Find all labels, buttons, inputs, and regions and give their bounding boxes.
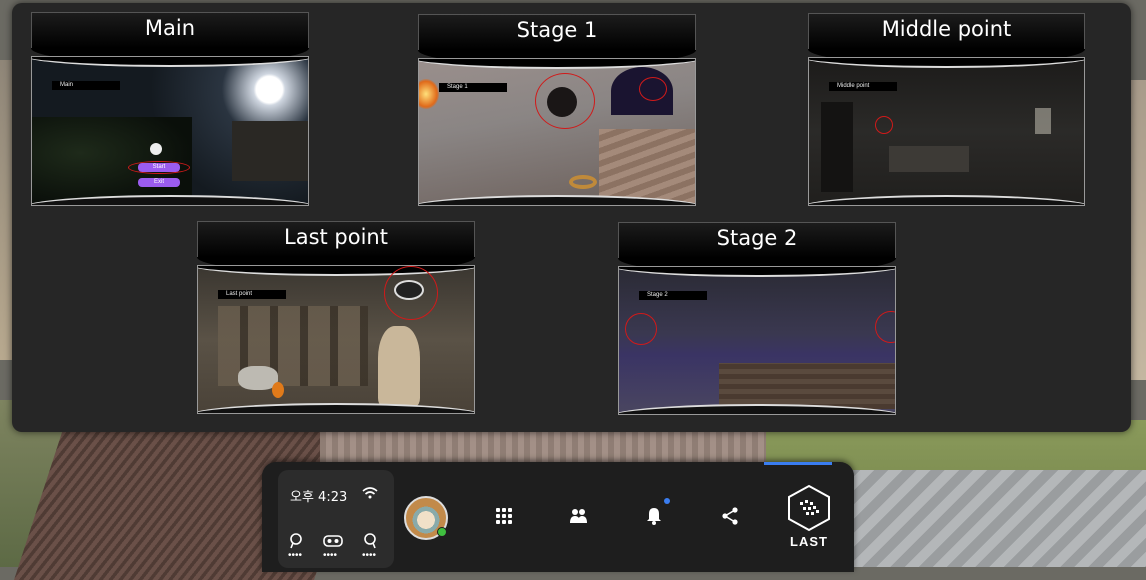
card-screenshot: Last point xyxy=(197,265,475,414)
battery-dots: •••• xyxy=(323,550,338,561)
ingame-label: Main xyxy=(52,81,120,90)
deer xyxy=(378,326,420,406)
card-title: Stage 1 xyxy=(516,18,598,42)
card-screenshot: Stage 1 xyxy=(418,58,696,206)
house-silhouette xyxy=(232,121,308,181)
last-logo-icon xyxy=(788,484,830,532)
fire xyxy=(272,382,284,398)
card-title: Main xyxy=(144,16,196,40)
last-app-button[interactable]: LAST xyxy=(778,484,840,554)
system-menu-bar: 오후 4:23 •••• •••• •••• LAST xyxy=(262,462,854,572)
card-screenshot: Middle point xyxy=(808,57,1085,206)
online-status-dot xyxy=(437,527,447,537)
ingame-label: Last point xyxy=(218,290,286,299)
clock: 오후 4:23 xyxy=(290,490,348,505)
apps-grid-icon[interactable] xyxy=(494,506,514,526)
pavement xyxy=(846,470,1146,567)
avatar[interactable] xyxy=(404,496,448,540)
battery-dots: •••• xyxy=(288,550,303,561)
highlight-circle xyxy=(625,313,657,345)
highlight-circle xyxy=(875,116,893,134)
wifi-icon xyxy=(362,487,378,499)
exit-button[interactable]: Exit xyxy=(138,178,180,187)
highlight-circle xyxy=(128,161,190,174)
highlight-circle xyxy=(384,266,438,320)
card-screenshot: Stage 2 xyxy=(618,266,896,415)
table xyxy=(889,146,969,172)
screenshot-panel: Main Main Start Exit Stage 1 Stage 1 Mid… xyxy=(12,3,1131,432)
rooftop xyxy=(719,363,895,409)
ingame-label: Middle point xyxy=(829,82,897,91)
card-stage-1: Stage 1 Stage 1 xyxy=(418,14,696,206)
card-middle-point: Middle point Middle point xyxy=(808,13,1085,206)
highlight-circle xyxy=(535,73,595,129)
card-title: Stage 2 xyxy=(716,226,798,250)
ring-object xyxy=(569,175,597,189)
right-controller-icon: •••• xyxy=(362,532,382,561)
status-panel[interactable]: 오후 4:23 •••• •••• •••• xyxy=(278,470,394,568)
rooftop xyxy=(599,129,695,205)
card-title: Last point xyxy=(284,225,388,249)
ingame-label: Stage 2 xyxy=(639,291,707,300)
window xyxy=(1035,108,1051,134)
card-screenshot: Main Start Exit xyxy=(31,56,309,206)
fireplace xyxy=(821,102,853,192)
left-controller-icon: •••• xyxy=(288,532,308,561)
highlight-circle xyxy=(875,311,895,343)
card-main: Main Main Start Exit xyxy=(31,12,309,206)
card-title: Middle point xyxy=(881,17,1012,41)
bell-icon[interactable] xyxy=(644,506,664,526)
active-app-indicator xyxy=(764,462,832,465)
ingame-label: Stage 1 xyxy=(439,83,507,92)
last-app-label: LAST xyxy=(790,534,828,549)
fire-glow xyxy=(419,79,439,109)
people-icon[interactable] xyxy=(568,506,588,526)
battery-dots: •••• xyxy=(362,550,377,561)
notification-badge xyxy=(664,498,670,504)
share-icon[interactable] xyxy=(720,506,740,526)
card-last-point: Last point Last point xyxy=(197,221,475,414)
card-stage-2: Stage 2 Stage 2 xyxy=(618,222,896,415)
game-logo-icon xyxy=(150,143,162,155)
highlight-circle xyxy=(639,77,667,101)
headset-icon: •••• xyxy=(323,532,343,561)
